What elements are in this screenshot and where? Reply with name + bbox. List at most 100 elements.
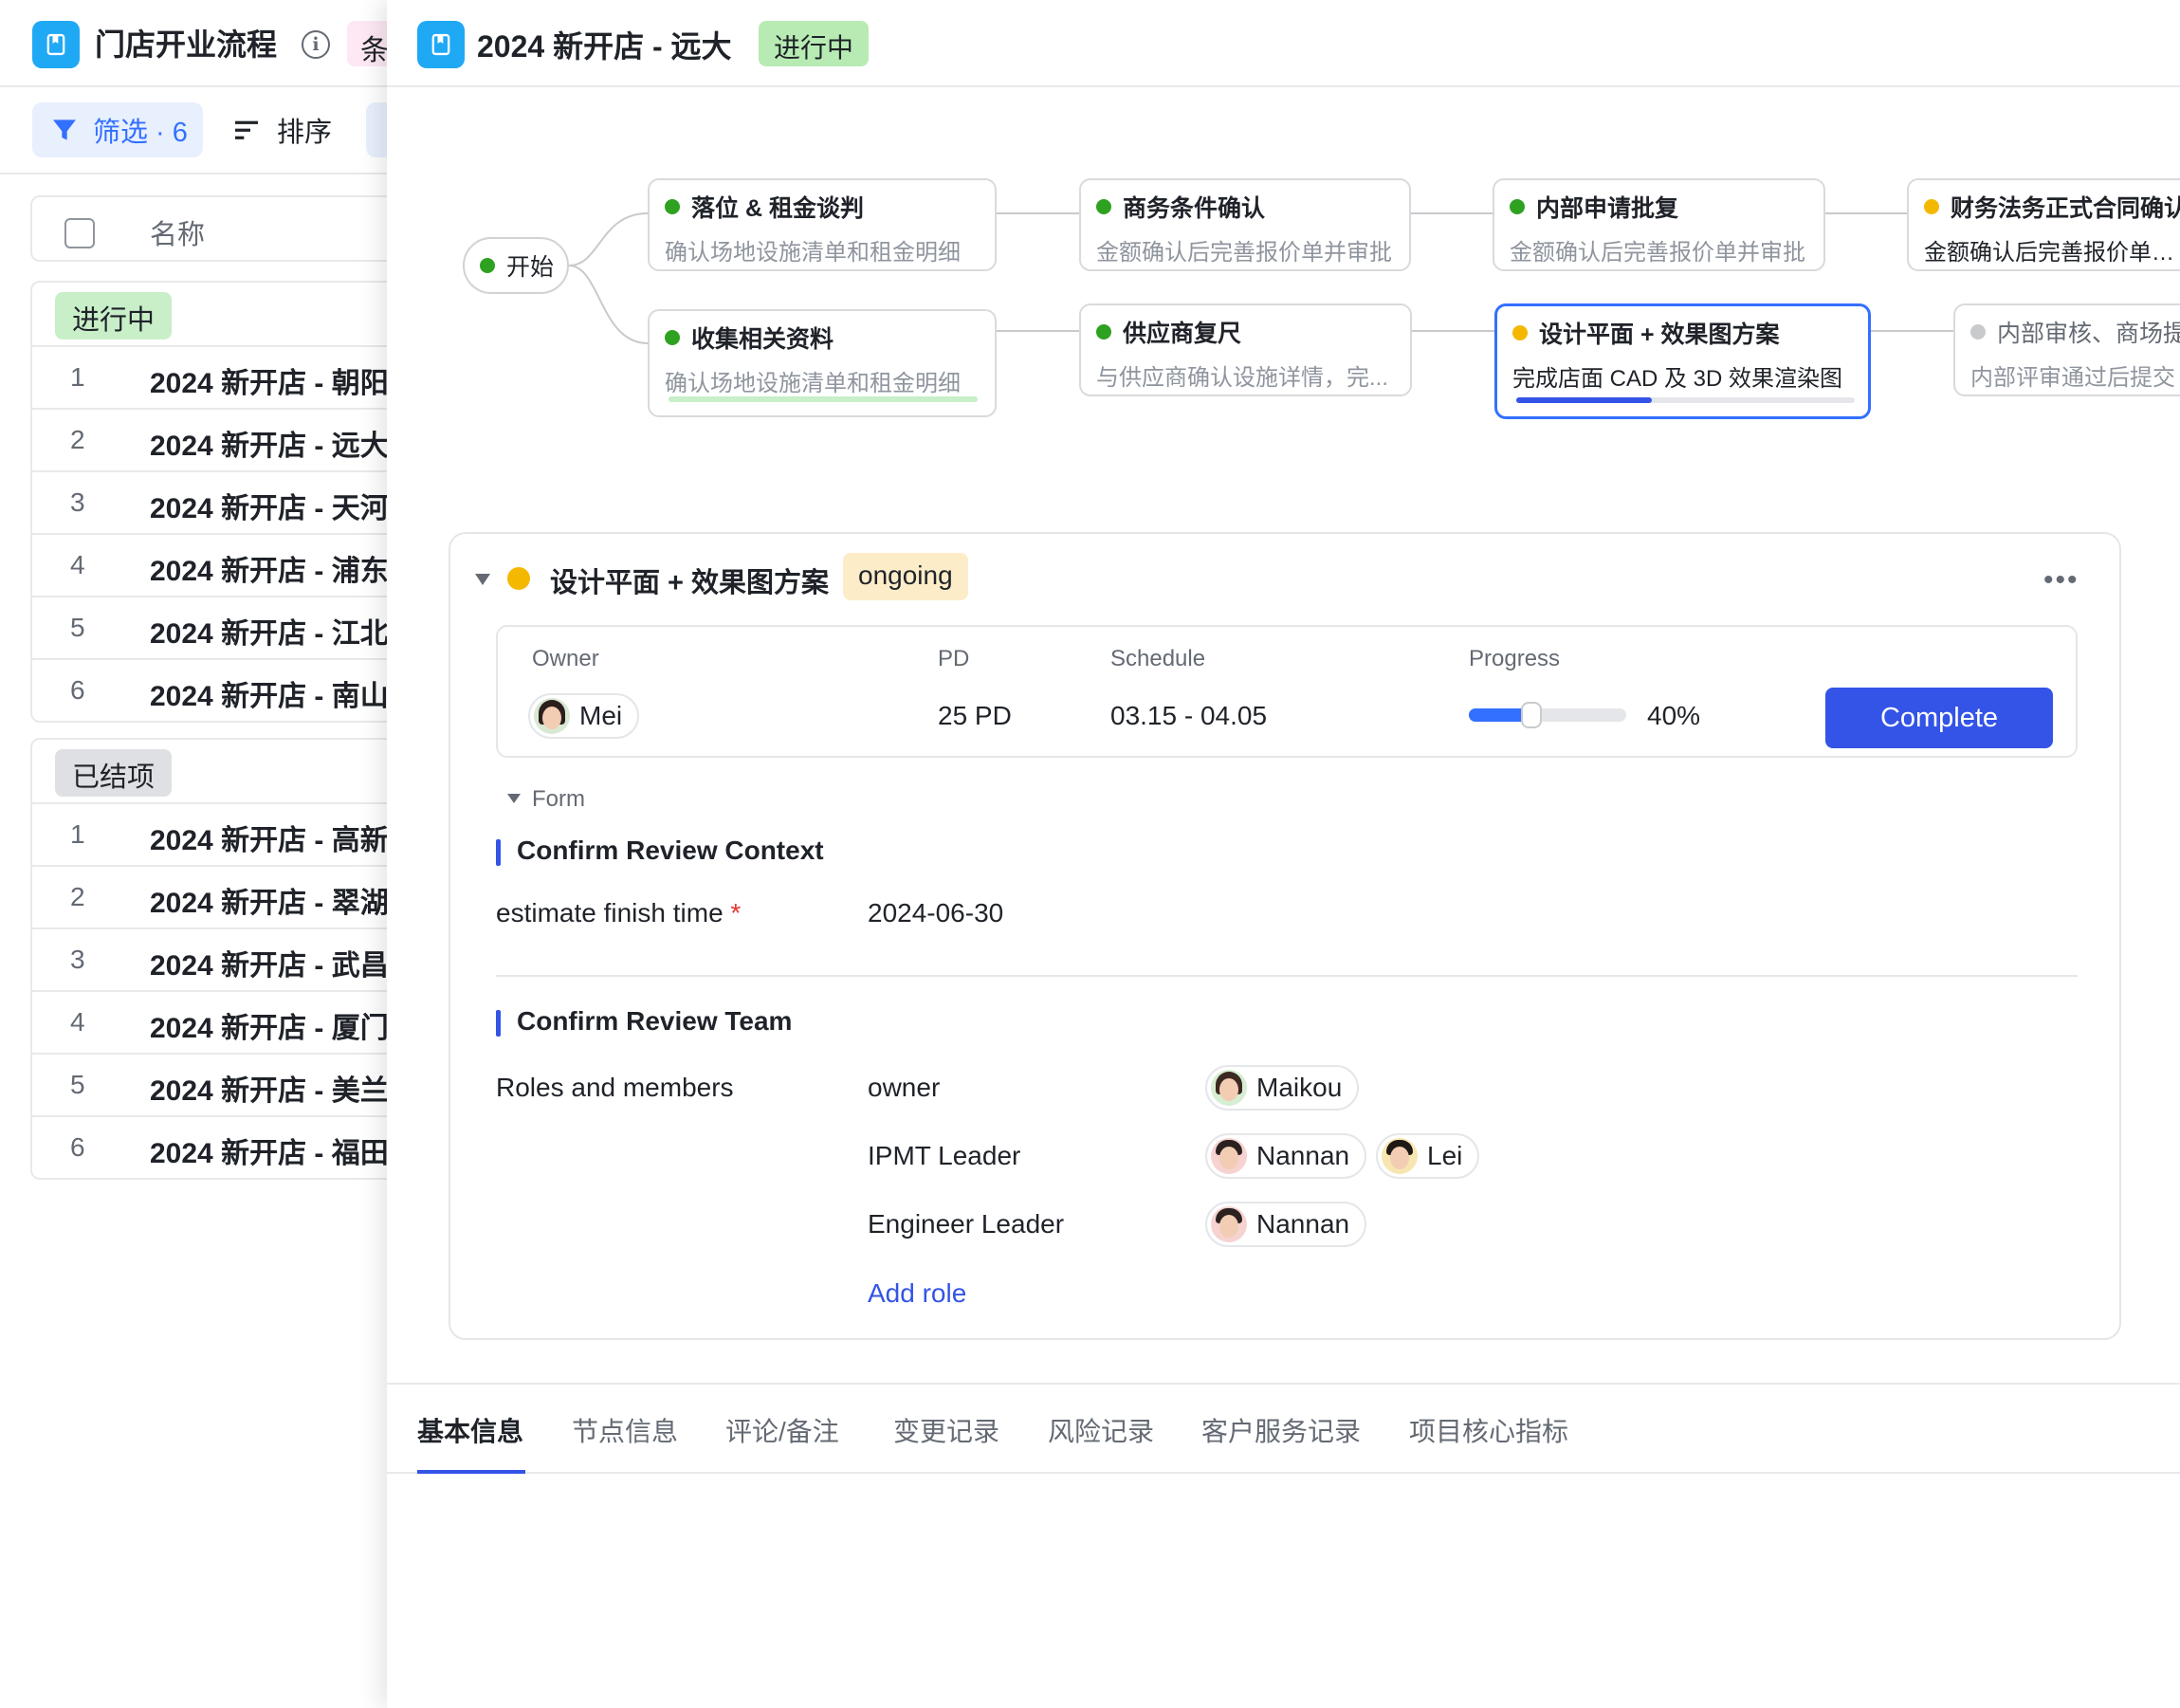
- sort-button[interactable]: 排序: [231, 102, 332, 157]
- tab-node-info[interactable]: 节点信息: [572, 1411, 678, 1449]
- row-name: 2024 新开店 - 高新: [150, 825, 389, 856]
- avatar: [1211, 1206, 1247, 1242]
- table-row[interactable]: 1 2024 新开店 - 高新: [32, 802, 389, 865]
- row-name: 2024 新开店 - 武昌: [150, 950, 389, 982]
- row-name: 2024 新开店 - 翠湖: [150, 888, 389, 919]
- estimate-finish-value[interactable]: 2024-06-30: [868, 898, 1003, 928]
- row-number: 3: [70, 487, 85, 517]
- form-label: Form: [532, 786, 585, 812]
- task-detail-card: 设计平面 + 效果图方案 ongoing ••• Owner Mei PD 25…: [449, 532, 2121, 1340]
- node-subtitle: 与供应商确认设施详情，完...: [1096, 365, 1389, 391]
- record-detail-pane: 2024 新开店 - 远大 进行中 开始 落位 & 租金谈判 确认场地设施清单和…: [387, 0, 2180, 1708]
- task-status-tag: ongoing: [843, 553, 968, 600]
- flow-node-internal-review[interactable]: 内部审核、商场提 内部评审通过后提交: [1953, 303, 2180, 396]
- detail-tab-bar: 基本信息 节点信息 评论/备注 变更记录 风险记录 客户服务记录 项目核心指标: [387, 1383, 2180, 1474]
- member-chip[interactable]: Nannan: [1205, 1202, 1367, 1247]
- add-role-link[interactable]: Add role: [868, 1278, 966, 1309]
- table-row[interactable]: 3 2024 新开店 - 天河: [32, 470, 389, 533]
- detail-header: 2024 新开店 - 远大 进行中: [387, 0, 2180, 87]
- status-dot: [1510, 199, 1525, 214]
- table-row[interactable]: 6 2024 新开店 - 福田: [32, 1115, 389, 1178]
- form-section-toggle[interactable]: Form: [507, 786, 585, 813]
- list-header: 门店开业流程 i 条: [0, 0, 389, 87]
- filter-button[interactable]: 筛选 · 6: [32, 102, 203, 157]
- status-dot: [1096, 324, 1111, 340]
- view-chip[interactable]: 条: [347, 21, 389, 66]
- row-name: 2024 新开店 - 江北: [150, 618, 389, 650]
- flow-node-vendor-measure[interactable]: 供应商复尺 与供应商确认设施详情，完...: [1079, 303, 1412, 396]
- member-chip[interactable]: Maikou: [1205, 1065, 1360, 1111]
- flow-start-node[interactable]: 开始: [463, 237, 569, 294]
- group-in-progress: 进行中 1 2024 新开店 - 朝阳 2 2024 新开店 - 远大 3 2024 …: [30, 281, 389, 723]
- tab-basic-info[interactable]: 基本信息: [417, 1411, 523, 1449]
- flow-node-contract-confirm[interactable]: 财务法务正式合同确认 金额确认后完善报价单并审批: [1907, 178, 2180, 271]
- table-row[interactable]: 6 2024 新开店 - 南山: [32, 658, 389, 721]
- row-name: 2024 新开店 - 南山: [150, 681, 389, 712]
- role-name: Engineer Leader: [868, 1209, 1065, 1239]
- tab-core-metrics[interactable]: 项目核心指标: [1409, 1411, 1568, 1449]
- task-title: 设计平面 + 效果图方案: [550, 568, 830, 598]
- table-row[interactable]: 5 2024 新开店 - 江北: [32, 596, 389, 658]
- table-row[interactable]: 5 2024 新开店 - 美兰: [32, 1053, 389, 1115]
- more-horizontal-icon[interactable]: •••: [2043, 564, 2079, 597]
- list-title: 门店开业流程: [95, 28, 278, 62]
- tab-change-log[interactable]: 变更记录: [893, 1411, 999, 1449]
- roles-members-label: Roles and members: [496, 1073, 734, 1102]
- flow-node-collect-docs[interactable]: 收集相关资料 确认场地设施清单和租金明细: [648, 309, 997, 417]
- member-name: Nannan: [1256, 1209, 1350, 1239]
- row-name: 2024 新开店 - 朝阳: [150, 368, 389, 399]
- node-title: 内部审核、商场提: [1997, 321, 2180, 347]
- table-row[interactable]: 4 2024 新开店 - 浦东: [32, 533, 389, 596]
- node-progress-bar: [1516, 397, 1855, 403]
- row-number: 6: [70, 675, 85, 705]
- node-subtitle: 金额确认后完善报价单并审批: [1096, 240, 1392, 266]
- node-subtitle: 确认场地设施清单和租金明细: [665, 240, 961, 266]
- status-dot: [1970, 324, 1986, 340]
- tab-comments[interactable]: 评论/备注: [725, 1411, 839, 1449]
- row-name: 2024 新开店 - 美兰: [150, 1075, 389, 1107]
- select-all-checkbox[interactable]: [64, 218, 95, 248]
- member-chip[interactable]: Lei: [1376, 1133, 1480, 1179]
- table-row[interactable]: 2 2024 新开店 - 翠湖: [32, 865, 389, 927]
- detail-title: 2024 新开店 - 远大: [477, 29, 732, 64]
- table-column-header: 名称: [30, 195, 389, 262]
- node-subtitle: 内部评审通过后提交: [1970, 365, 2175, 391]
- flow-node-business-terms[interactable]: 商务条件确认 金额确认后完善报价单并审批: [1079, 178, 1411, 271]
- group-header[interactable]: 进行中: [32, 283, 389, 345]
- flow-node-internal-approval[interactable]: 内部申请批复 金额确认后完善报价单并审批: [1493, 178, 1825, 271]
- status-dot: [1512, 325, 1528, 340]
- flow-node-design-plan[interactable]: 设计平面 + 效果图方案 完成店面 CAD 及 3D 效果渲染图: [1494, 303, 1871, 419]
- sort-label: 排序: [277, 118, 333, 148]
- collapse-caret-icon[interactable]: [475, 574, 490, 585]
- progress-percent: 40%: [1647, 701, 1701, 730]
- progress-slider[interactable]: [1469, 702, 1626, 728]
- toolbar-more-button[interactable]: [366, 102, 389, 157]
- status-dot: [1096, 199, 1111, 214]
- tab-risk-log[interactable]: 风险记录: [1048, 1411, 1154, 1449]
- table-row[interactable]: 1 2024 新开店 - 朝阳: [32, 345, 389, 408]
- tab-customer-service[interactable]: 客户服务记录: [1201, 1411, 1361, 1449]
- start-label: 开始: [506, 254, 555, 281]
- row-number: 4: [70, 550, 85, 579]
- info-icon[interactable]: i: [302, 30, 330, 59]
- group-header[interactable]: 已结项: [32, 740, 389, 802]
- table-row[interactable]: 4 2024 新开店 - 厦门: [32, 990, 389, 1053]
- task-card-header: 设计平面 + 效果图方案 ongoing •••: [450, 534, 2119, 619]
- section-divider: [496, 975, 2078, 977]
- progress-slider-handle[interactable]: [1521, 702, 1543, 728]
- flow-node-site-rent[interactable]: 落位 & 租金谈判 确认场地设施清单和租金明细: [648, 178, 997, 271]
- complete-button[interactable]: Complete: [1825, 688, 2053, 748]
- node-progress-bar: [669, 396, 978, 402]
- owner-chip[interactable]: Mei: [528, 693, 640, 739]
- pd-value: 25 PD: [938, 701, 1012, 730]
- table-row[interactable]: 3 2024 新开店 - 武昌: [32, 927, 389, 990]
- row-number: 4: [70, 1007, 85, 1037]
- member-chip[interactable]: Nannan: [1205, 1133, 1367, 1179]
- node-title: 内部申请批复: [1536, 195, 1679, 222]
- node-progress-fill: [1516, 397, 1652, 403]
- table-row[interactable]: 2 2024 新开店 - 远大: [32, 408, 389, 470]
- group-closed: 已结项 1 2024 新开店 - 高新 2 2024 新开店 - 翠湖 3 2024 …: [30, 738, 389, 1180]
- status-dot: [1924, 199, 1939, 214]
- status-dot: [665, 199, 680, 214]
- node-subtitle: 完成店面 CAD 及 3D 效果渲染图: [1512, 366, 1843, 392]
